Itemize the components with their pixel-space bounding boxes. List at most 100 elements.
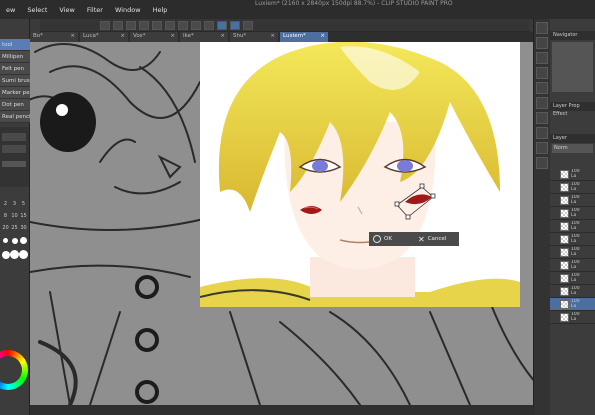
close-icon[interactable]: × (270, 33, 275, 41)
tab-bo[interactable]: Bo* × (30, 32, 78, 42)
layer-row[interactable]: 100 La (550, 168, 595, 181)
layer-name: La (571, 239, 577, 244)
visibility-icon[interactable] (552, 275, 558, 281)
layer-row[interactable]: 100 La (550, 233, 595, 246)
sub-tool-item[interactable]: Sumi brush (0, 75, 30, 87)
invert-selection-icon[interactable] (204, 20, 214, 30)
brush-dot[interactable] (10, 250, 19, 259)
visibility-icon[interactable] (552, 223, 558, 229)
brush-size[interactable]: 3 (10, 201, 19, 207)
menu-view[interactable]: View (53, 6, 80, 14)
close-icon[interactable]: × (120, 33, 125, 41)
mask-icon[interactable] (536, 82, 548, 94)
close-icon[interactable]: × (220, 33, 225, 41)
slider[interactable] (2, 161, 26, 167)
close-icon[interactable]: × (170, 33, 175, 41)
layer-row[interactable]: 100 La (550, 246, 595, 259)
copy-icon[interactable] (536, 97, 548, 109)
grid-icon[interactable] (243, 20, 253, 30)
tab-ike[interactable]: Ike* × (180, 32, 228, 42)
undo-icon[interactable] (139, 20, 149, 30)
command-bar (40, 19, 530, 32)
layer-row[interactable]: 100 La (550, 272, 595, 285)
tab-label: Luxiem* (283, 33, 306, 39)
fill-icon[interactable] (536, 67, 548, 79)
tab-shu[interactable]: Shu* × (230, 32, 278, 42)
visibility-icon[interactable] (552, 197, 558, 203)
layer-row[interactable]: 100 La (550, 311, 595, 324)
layer-row[interactable]: 100 La (550, 220, 595, 233)
brush-dot[interactable] (20, 237, 27, 244)
brush-size[interactable]: 8 (1, 213, 10, 219)
sub-tool-item[interactable]: Real pencil (0, 111, 30, 123)
tab-luxiem[interactable]: Luxiem* × (280, 32, 328, 42)
brush-size[interactable]: 15 (19, 213, 28, 219)
menu-select[interactable]: Select (21, 6, 53, 14)
layer-label: 100 La (571, 195, 585, 205)
visibility-icon[interactable] (552, 236, 558, 242)
layer-row[interactable]: 100 La (550, 259, 595, 272)
zoom-icon[interactable] (536, 22, 548, 34)
sub-tool-item[interactable]: Millipen (0, 51, 30, 63)
cancel-button[interactable]: ✕ Cancel (414, 235, 459, 244)
visibility-icon[interactable] (552, 301, 558, 307)
sub-tool-item[interactable]: Marker pen (0, 87, 30, 99)
brush-dot[interactable] (11, 237, 18, 244)
lock-icon[interactable] (536, 142, 548, 154)
sub-tool-item[interactable]: tool (0, 39, 30, 51)
redo-icon[interactable] (152, 20, 162, 30)
reference-icon[interactable] (536, 127, 548, 139)
menu-window[interactable]: Window (109, 6, 147, 14)
blend-mode-select[interactable]: Norm (552, 144, 593, 153)
brush-size[interactable]: 10 (10, 213, 19, 219)
brush-dot[interactable] (1, 250, 10, 259)
layer-row[interactable]: 100 La (550, 194, 595, 207)
layer-row[interactable]: 100 La (550, 181, 595, 194)
brush-size[interactable]: 25 (10, 225, 19, 231)
save-icon[interactable] (126, 20, 136, 30)
visibility-icon[interactable] (552, 288, 558, 294)
merge-icon[interactable] (536, 112, 548, 124)
layer-row[interactable]: 100 La (550, 285, 595, 298)
snap-icon[interactable] (217, 20, 227, 30)
tab-luca[interactable]: Luca* × (80, 32, 128, 42)
brush-size[interactable]: 2 (1, 201, 10, 207)
property-dropdown[interactable] (2, 133, 26, 141)
visibility-icon[interactable] (552, 262, 558, 268)
brush-dot[interactable] (3, 238, 8, 243)
brush-size[interactable]: 20 (1, 225, 10, 231)
layer-row[interactable]: 100 La (550, 207, 595, 220)
close-icon[interactable]: × (320, 33, 325, 41)
open-icon[interactable] (113, 20, 123, 30)
visibility-icon[interactable] (552, 210, 558, 216)
folder-icon[interactable] (536, 52, 548, 64)
menu-filter[interactable]: Filter (81, 6, 109, 14)
clip-icon[interactable] (536, 157, 548, 169)
sub-tool-item[interactable]: Felt pen (0, 63, 30, 75)
tab-vox[interactable]: Vox* × (130, 32, 178, 42)
ok-button[interactable]: OK (369, 235, 414, 243)
menu-edit[interactable]: ew (0, 6, 21, 14)
new-icon[interactable] (100, 20, 110, 30)
tab-label: Ike* (183, 33, 194, 39)
illustration-canvas[interactable] (200, 42, 520, 307)
deselect-icon[interactable] (191, 20, 201, 30)
visibility-icon[interactable] (552, 171, 558, 177)
close-icon[interactable]: × (70, 33, 75, 41)
ruler-icon[interactable] (230, 20, 240, 30)
navigator-thumbnail[interactable] (552, 42, 593, 92)
clear-icon[interactable] (165, 20, 175, 30)
property-dropdown[interactable] (2, 145, 26, 153)
brush-size[interactable]: 5 (19, 201, 28, 207)
menu-help[interactable]: Help (147, 6, 174, 14)
brush-size[interactable]: 30 (19, 225, 28, 231)
visibility-icon[interactable] (552, 249, 558, 255)
layer-icon[interactable] (536, 37, 548, 49)
transform-icon[interactable] (178, 20, 188, 30)
navigator-header: Navigator (550, 31, 595, 40)
visibility-icon[interactable] (552, 184, 558, 190)
sub-tool-item[interactable]: Dot pen (0, 99, 30, 111)
brush-dot[interactable] (19, 250, 28, 259)
layer-row-selected[interactable]: 100 La (550, 298, 595, 311)
visibility-icon[interactable] (552, 314, 558, 320)
